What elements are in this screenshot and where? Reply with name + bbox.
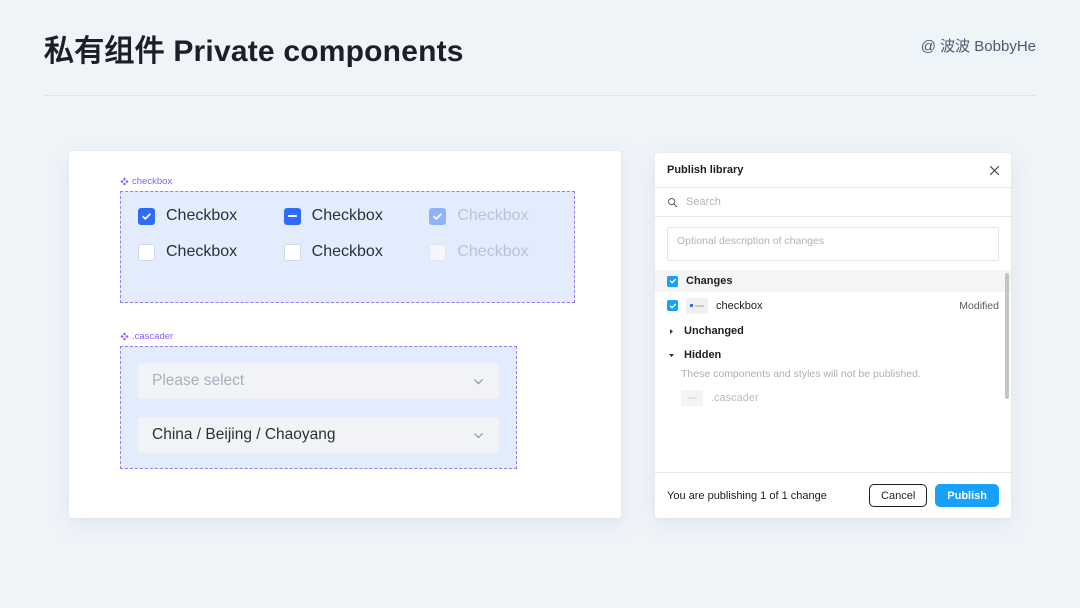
- thumbnail-mark: [690, 304, 693, 307]
- figma-component-diamond-icon: [120, 332, 129, 341]
- publish-status-text: You are publishing 1 of 1 change: [667, 490, 869, 502]
- close-icon[interactable]: [989, 165, 1000, 176]
- checkbox-item-indeterminate[interactable]: Checkbox: [284, 207, 430, 225]
- item-name: checkbox: [716, 300, 951, 312]
- checkbox-label: Checkbox: [166, 207, 237, 225]
- hidden-section-toggle[interactable]: Hidden: [655, 343, 1011, 367]
- check-icon: [432, 211, 443, 222]
- cascader-field-empty[interactable]: Please select: [138, 363, 499, 399]
- cancel-button[interactable]: Cancel: [869, 484, 927, 507]
- checkbox-label: Checkbox: [312, 207, 383, 225]
- checkbox-thumbnail: [686, 298, 708, 314]
- checkbox-box: [429, 208, 446, 225]
- panel-header: Publish library: [655, 153, 1011, 188]
- figma-component-diamond-icon: [120, 177, 129, 186]
- publish-library-panel: Publish library Search Optional descript…: [655, 153, 1011, 518]
- header-divider: [44, 95, 1036, 96]
- changes-section-header[interactable]: Changes: [655, 270, 1011, 292]
- caret-down-icon: [667, 351, 676, 360]
- list-item[interactable]: .cascader: [655, 384, 1011, 411]
- hidden-section-note: These components and styles will not be …: [655, 367, 1011, 384]
- changes-list[interactable]: Changes checkbox Modified: [655, 270, 1011, 472]
- indeterminate-dash-icon: [288, 215, 297, 217]
- search-bar[interactable]: Search: [655, 188, 1011, 217]
- cascader-fields: Please select China / Beijing / Chaoyang: [120, 346, 517, 469]
- checkbox-row: Checkbox Checkbox Checkbox: [138, 207, 575, 225]
- checkbox-item-checked-disabled: Checkbox: [429, 207, 575, 225]
- publish-button[interactable]: Publish: [935, 484, 999, 507]
- checkbox-box[interactable]: [138, 244, 155, 261]
- page-header: 私有组件 Private components @ 波波 BobbyHe: [0, 0, 1080, 96]
- cascader-placeholder: Please select: [152, 372, 244, 390]
- item-status: Modified: [959, 300, 999, 312]
- search-input[interactable]: Search: [686, 196, 721, 208]
- check-icon: [669, 277, 677, 285]
- checkbox-label: Checkbox: [312, 243, 383, 261]
- unchanged-label: Unchanged: [684, 325, 744, 337]
- thumbnail-line: [695, 305, 704, 307]
- item-name: .cascader: [711, 392, 999, 404]
- cascader-component-group[interactable]: .cascader Please select China / Beijing …: [120, 346, 517, 469]
- cascader-thumbnail: [681, 390, 703, 406]
- description-area: Optional description of changes: [655, 217, 1011, 270]
- checkbox-item-empty-disabled: Checkbox: [429, 243, 575, 261]
- search-icon: [667, 197, 678, 208]
- checkbox-row: Checkbox Checkbox Checkbox: [138, 243, 575, 261]
- checkbox-item-empty[interactable]: Checkbox: [138, 243, 284, 261]
- cascader-group-label: .cascader: [120, 331, 173, 342]
- list-scrollbar[interactable]: [1005, 273, 1009, 399]
- panel-title: Publish library: [667, 164, 989, 176]
- description-textarea[interactable]: Optional description of changes: [667, 227, 999, 261]
- checkbox-item-empty-2[interactable]: Checkbox: [284, 243, 430, 261]
- hidden-label: Hidden: [684, 349, 721, 361]
- unchanged-section-toggle[interactable]: Unchanged: [655, 319, 1011, 343]
- checkbox-box[interactable]: [138, 208, 155, 225]
- checkbox-box: [429, 244, 446, 261]
- author-credit: @ 波波 BobbyHe: [921, 35, 1036, 56]
- checkbox-item-checked[interactable]: Checkbox: [138, 207, 284, 225]
- thumbnail-line: [688, 397, 697, 399]
- checkbox-box[interactable]: [284, 244, 301, 261]
- checkbox-component-group[interactable]: checkbox Checkbox Checkbox: [120, 191, 575, 303]
- group-label-text: .cascader: [132, 331, 173, 342]
- page-title: 私有组件 Private components: [44, 26, 464, 70]
- item-checkbox[interactable]: [667, 300, 678, 311]
- checkbox-box[interactable]: [284, 208, 301, 225]
- chevron-down-icon: [472, 429, 485, 442]
- changes-section-checkbox[interactable]: [667, 276, 678, 287]
- panel-footer: You are publishing 1 of 1 change Cancel …: [655, 472, 1011, 518]
- chevron-down-icon: [472, 375, 485, 388]
- cascader-value: China / Beijing / Chaoyang: [152, 426, 336, 444]
- group-label-text: checkbox: [132, 176, 172, 187]
- checkbox-label: Checkbox: [457, 243, 528, 261]
- checkbox-label: Checkbox: [166, 243, 237, 261]
- check-icon: [141, 211, 152, 222]
- check-icon: [669, 302, 677, 310]
- cascader-field-selected[interactable]: China / Beijing / Chaoyang: [138, 417, 499, 453]
- checkbox-group-label: checkbox: [120, 176, 172, 187]
- caret-right-icon: [667, 327, 676, 336]
- list-item[interactable]: checkbox Modified: [655, 292, 1011, 319]
- changes-section-label: Changes: [686, 275, 732, 287]
- screenshot-root: 私有组件 Private components @ 波波 BobbyHe che…: [0, 0, 1080, 608]
- checkbox-label: Checkbox: [457, 207, 528, 225]
- checkbox-grid: Checkbox Checkbox Checkbox: [120, 191, 575, 303]
